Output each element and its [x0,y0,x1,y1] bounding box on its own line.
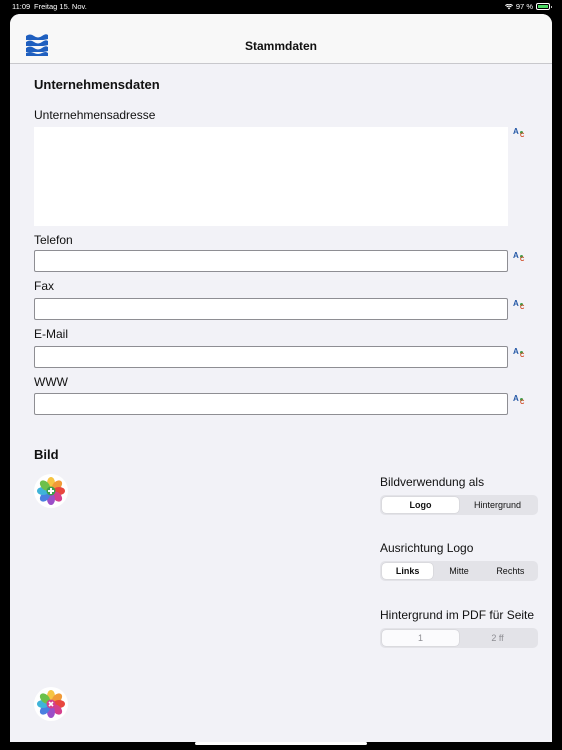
status-time: 11:09 [12,2,31,11]
battery-percentage: 97 % [515,2,533,11]
battery-fill [538,5,548,8]
background_pages-option-1: 1 [382,630,459,646]
photos-add-icon[interactable] [34,474,68,508]
background_pages-option-2-ff: 2 ff [491,633,504,643]
home-indicator [195,742,367,745]
usage-option-hintergrund[interactable]: Hintergrund [459,497,536,513]
wifi-icon [504,3,513,9]
phone-label: Telefon [34,233,73,247]
email-label: E-Mail [34,327,69,341]
background-pages-segmented-control: 1 2 ff [380,628,538,648]
fax-label: Fax [34,279,55,293]
www-field[interactable] [34,393,508,415]
navigation-bar: Stammdaten [10,14,552,64]
autocomplete-www-icon[interactable]: AC [512,394,528,412]
usage-label: Bildverwendung als [380,475,485,489]
usage-option-logo[interactable]: Logo [382,497,459,513]
alignment-option-links[interactable]: Links [382,563,434,579]
app-screen: Stammdaten Unternehmensdaten Unternehmen… [10,14,552,742]
status-right: 97 % [504,2,552,11]
status-bar: 11:09 Freitag 15. Nov. 97 % [0,0,562,14]
autocomplete-phone-icon[interactable]: AC [512,251,528,269]
alignment-label: Ausrichtung Logo [380,541,474,555]
autocomplete-fax-icon[interactable]: AC [512,299,528,317]
autocomplete-address-icon[interactable]: AC [512,127,528,145]
address-textarea[interactable] [34,127,508,226]
company-section-title: Unternehmensdaten [34,77,160,92]
autocomplete-email-icon[interactable]: AC [512,347,528,365]
battery-icon [536,3,552,10]
address-label: Unternehmensadresse [34,108,156,122]
email-field[interactable] [34,346,508,368]
fax-field[interactable] [34,298,508,320]
www-label: WWW [34,375,68,389]
image-section-title: Bild [34,447,59,462]
page-title: Stammdaten [244,39,318,53]
background-pages-label: Hintergrund im PDF für Seite [380,608,535,622]
status-date: Freitag 15. Nov. [34,2,87,11]
alignment-option-rechts[interactable]: Rechts [485,563,536,579]
usage-segmented-control: Logo Hintergrund [380,495,538,515]
alignment-segmented-control: Links Mitte Rechts [380,561,538,581]
phone-field[interactable] [34,250,508,272]
alignment-option-mitte[interactable]: Mitte [433,563,484,579]
photos-remove-icon[interactable] [34,687,68,721]
